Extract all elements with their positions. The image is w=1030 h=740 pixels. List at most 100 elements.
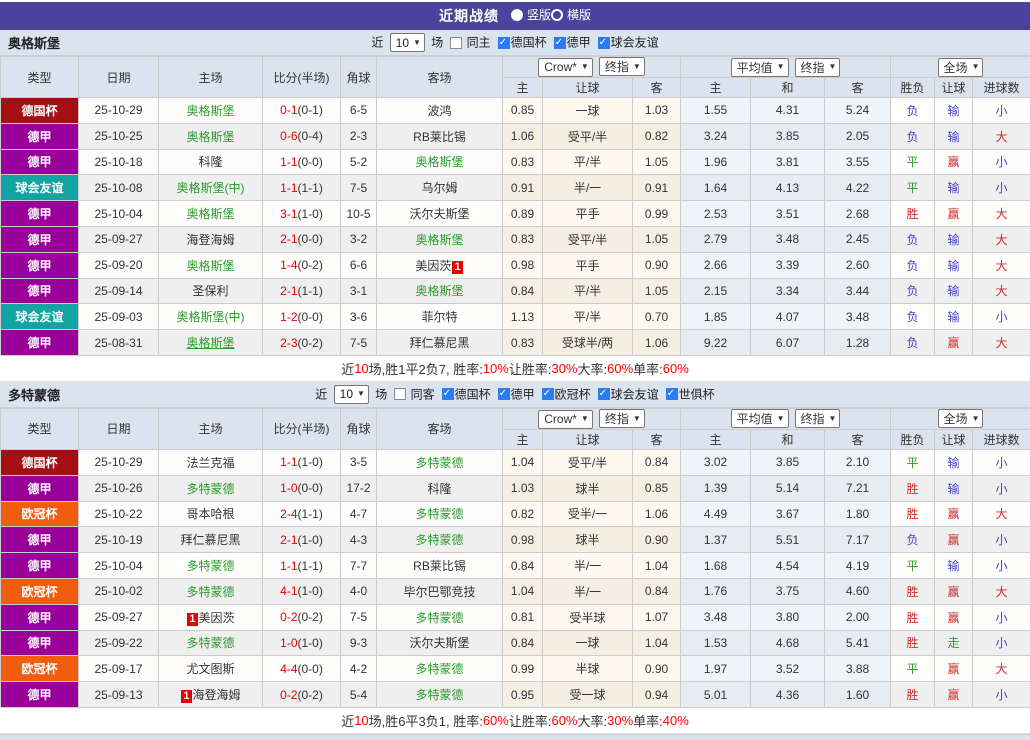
avg-stage-select[interactable]: 终指▼: [795, 58, 841, 77]
avg-stage-select[interactable]: 终指▼: [795, 409, 841, 428]
team-name-link[interactable]: 奥格斯堡(中): [177, 181, 245, 195]
column-header: 客场: [377, 408, 503, 449]
home-odds: 0.95: [503, 682, 543, 708]
same-venue-label: 同主: [463, 36, 490, 50]
handicap-result: 赢: [935, 501, 973, 527]
layout-radio-vertical[interactable]: 竖版: [511, 6, 551, 23]
red-card-badge: 1: [181, 690, 191, 703]
team-name-link[interactable]: 多特蒙德: [415, 533, 463, 547]
odds-provider-select[interactable]: Crow*▼: [538, 410, 593, 429]
full-time-score: 1-0: [280, 481, 297, 495]
away-team-cell: 毕尔巴鄂竞技: [377, 578, 503, 604]
team-name-link: 毕尔巴鄂竞技: [403, 585, 475, 599]
checked-checkbox-icon[interactable]: [598, 37, 610, 49]
odds-stage-select[interactable]: 终指▼: [599, 409, 645, 428]
column-header: 类型: [1, 57, 79, 98]
team-name-link[interactable]: 奥格斯堡(中): [177, 310, 245, 324]
checked-checkbox-icon[interactable]: [442, 388, 454, 400]
match-row: 德甲25-10-04多特蒙德1-1(1-1)7-7RB莱比锡0.84半/一1.0…: [1, 553, 1030, 579]
checked-checkbox-icon[interactable]: [498, 388, 510, 400]
team-name-link[interactable]: 奥格斯堡: [415, 284, 463, 298]
win-draw-loss-result: 负: [891, 278, 935, 304]
home-team-cell: 奥格斯堡(中): [159, 304, 263, 330]
team-name-link[interactable]: 多特蒙德: [186, 559, 234, 573]
corners-cell: 9-3: [341, 630, 377, 656]
handicap-line: 受一球: [543, 682, 633, 708]
summary-text: 单率:: [633, 711, 663, 730]
avg-home-odds: 2.79: [681, 226, 751, 252]
layout-radio-horizontal[interactable]: 横版: [551, 6, 591, 23]
team-name-link[interactable]: 奥格斯堡: [186, 336, 234, 350]
half-time-score: (0-0): [298, 155, 323, 169]
checked-checkbox-icon[interactable]: [542, 388, 554, 400]
avg-draw-odds: 4.54: [751, 553, 825, 579]
odds-stage-select[interactable]: 终指▼: [599, 57, 645, 76]
avg-home-odds: 4.49: [681, 501, 751, 527]
team-name-link[interactable]: 奥格斯堡: [186, 130, 234, 144]
odds-provider-select[interactable]: Crow*▼: [538, 58, 593, 77]
match-date: 25-09-20: [79, 252, 159, 278]
avg-draw-odds: 3.67: [751, 501, 825, 527]
team-name-link[interactable]: 多特蒙德: [415, 688, 463, 702]
scope-select[interactable]: 全场▼: [938, 58, 984, 77]
avg-home-odds: 1.85: [681, 304, 751, 330]
summary-text: 单率:: [633, 359, 663, 378]
match-type-badge: 球会友谊: [1, 304, 79, 330]
checked-checkbox-icon[interactable]: [598, 388, 610, 400]
avg-away-odds: 5.24: [825, 98, 891, 124]
sub-column-header: 客: [825, 78, 891, 98]
handicap-line: 半/一: [543, 175, 633, 201]
team-name-link[interactable]: 多特蒙德: [415, 507, 463, 521]
goals-over-under-result: 大: [973, 330, 1030, 356]
header-group-2: 全场▼: [891, 57, 1030, 78]
column-header: 比分(半场): [263, 408, 341, 449]
select-value: 终指: [801, 59, 825, 76]
summary-text: 大率:: [578, 359, 608, 378]
team-name-link[interactable]: 多特蒙德: [415, 662, 463, 676]
checked-checkbox-icon[interactable]: [498, 37, 510, 49]
win-draw-loss-result: 负: [891, 304, 935, 330]
full-time-score: 1-0: [280, 636, 297, 650]
match-row: 德甲25-09-271美因茨0-2(0-2)7-5多特蒙德0.81受半球1.07…: [1, 604, 1030, 630]
team-name-link[interactable]: 奥格斯堡: [186, 259, 234, 273]
unchecked-checkbox-icon[interactable]: [450, 37, 462, 49]
team-name-link[interactable]: 多特蒙德: [186, 636, 234, 650]
sub-column-header: 主: [503, 78, 543, 98]
avg-provider-select[interactable]: 平均值▼: [731, 409, 789, 428]
scope-select[interactable]: 全场▼: [938, 409, 984, 428]
checked-checkbox-icon[interactable]: [554, 37, 566, 49]
win-draw-loss-result: 胜: [891, 682, 935, 708]
handicap-line: 平手: [543, 252, 633, 278]
match-type-badge: 德甲: [1, 604, 79, 630]
radio-selected-icon: [511, 9, 523, 21]
score-cell: 0-2(0-2): [263, 682, 341, 708]
score-cell: 2-1(0-0): [263, 226, 341, 252]
team-name-link[interactable]: 奥格斯堡: [415, 233, 463, 247]
checked-checkbox-icon[interactable]: [666, 388, 678, 400]
team-name-link[interactable]: 奥格斯堡: [415, 155, 463, 169]
red-card-badge: 1: [187, 613, 197, 626]
team-name-link[interactable]: 多特蒙德: [186, 482, 234, 496]
win-draw-loss-result: 胜: [891, 501, 935, 527]
team-name-link[interactable]: 多特蒙德: [186, 585, 234, 599]
filter-row: 奥格斯堡近 10▼ 场 同主德国杯德甲球会友谊: [0, 30, 1030, 56]
home-team-cell: 奥格斯堡: [159, 201, 263, 227]
team-name-link[interactable]: 多特蒙德: [415, 611, 463, 625]
summary-stat-value: 30%: [607, 713, 633, 728]
team-name-link[interactable]: 奥格斯堡: [186, 207, 234, 221]
team-name-link[interactable]: 奥格斯堡: [186, 104, 234, 118]
match-type-badge: 德国杯: [1, 449, 79, 475]
home-odds: 0.98: [503, 252, 543, 278]
home-team-cell: 多特蒙德: [159, 475, 263, 501]
recent-count-select[interactable]: 10▼: [334, 385, 369, 404]
avg-provider-select[interactable]: 平均值▼: [731, 58, 789, 77]
corners-cell: 7-5: [341, 604, 377, 630]
column-header: 客场: [377, 57, 503, 98]
recent-count-select[interactable]: 10▼: [390, 33, 425, 52]
team-name-link[interactable]: 多特蒙德: [415, 456, 463, 470]
unchecked-checkbox-icon[interactable]: [394, 388, 406, 400]
home-team-cell: 海登海姆: [159, 226, 263, 252]
match-date: 25-10-25: [79, 123, 159, 149]
avg-home-odds: 3.24: [681, 123, 751, 149]
goals-over-under-result: 小: [973, 304, 1030, 330]
